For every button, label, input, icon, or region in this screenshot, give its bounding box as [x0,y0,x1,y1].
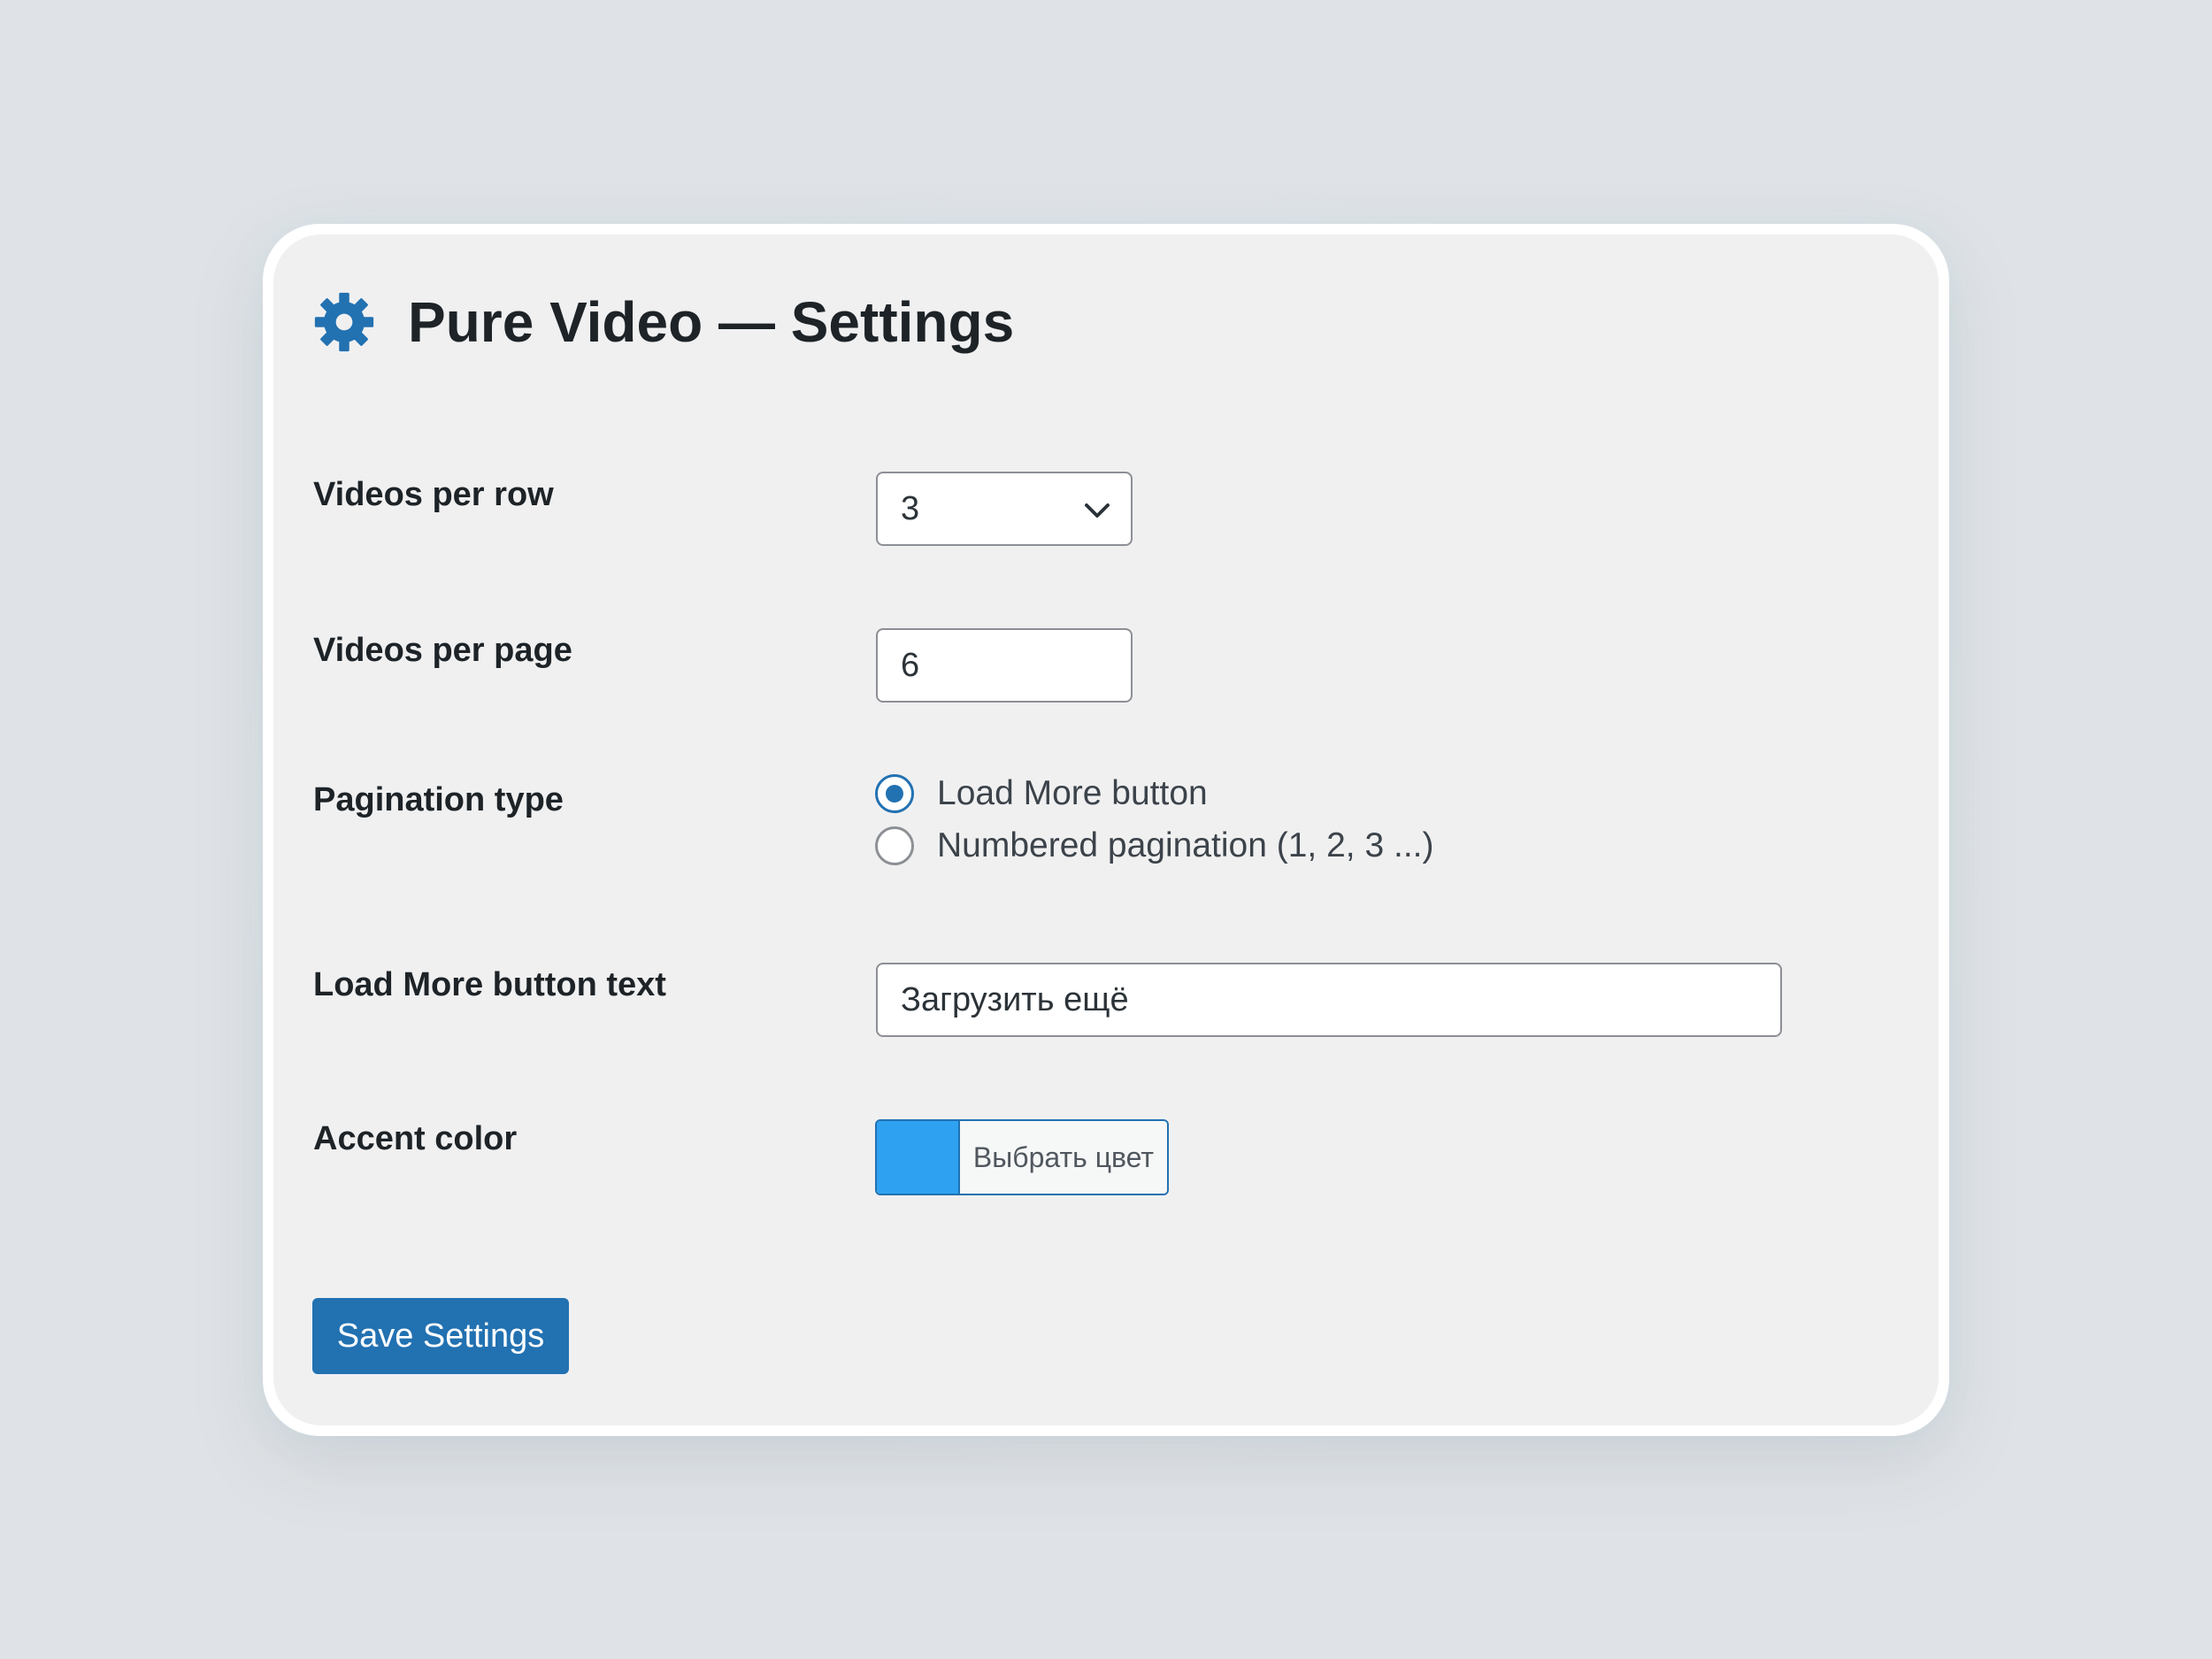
radio-numbered[interactable] [875,826,914,865]
pagination-option-load-more[interactable]: Load More button [875,774,1208,813]
color-picker-button[interactable]: Выбрать цвет [875,1119,1169,1195]
load-more-text-label: Load More button text [313,966,666,1003]
pagination-option-load-more-label: Load More button [937,774,1208,812]
color-picker-label: Выбрать цвет [960,1121,1167,1194]
pagination-type-label: Pagination type [313,781,564,818]
videos-per-page-label: Videos per page [313,632,572,669]
chevron-down-icon [1085,503,1110,518]
gear-icon [314,292,374,352]
videos-per-row-value: 3 [901,489,920,527]
color-swatch [877,1121,960,1194]
radio-load-more[interactable] [875,774,914,813]
settings-card-frame: Pure Video — Settings Videos per row 3 V… [263,224,1949,1436]
page-header: Pure Video — Settings [312,289,1014,355]
settings-card: Pure Video — Settings Videos per row 3 V… [273,234,1939,1425]
videos-per-page-input[interactable] [876,628,1133,703]
pagination-option-numbered[interactable]: Numbered pagination (1, 2, 3 ...) [875,826,1433,865]
videos-per-row-label: Videos per row [313,476,554,513]
load-more-text-input[interactable] [876,963,1782,1037]
save-settings-button[interactable]: Save Settings [312,1298,569,1374]
accent-color-label: Accent color [313,1120,518,1157]
pagination-option-numbered-label: Numbered pagination (1, 2, 3 ...) [937,826,1434,864]
page-title: Pure Video — Settings [408,290,1015,354]
videos-per-row-select[interactable]: 3 [876,472,1133,546]
